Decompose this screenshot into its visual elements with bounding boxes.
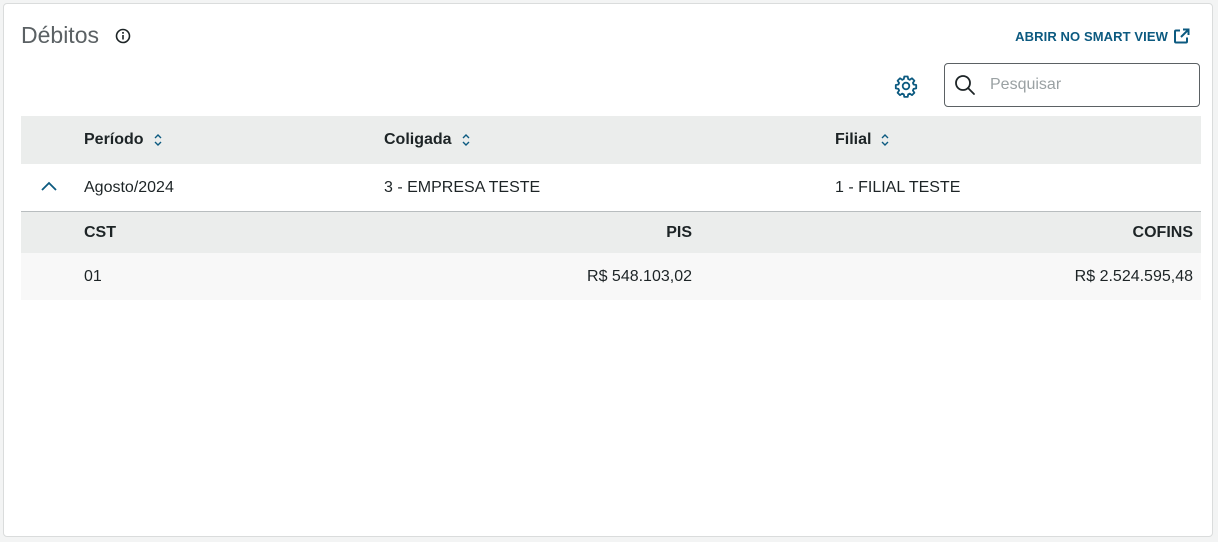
- open-smart-view-link[interactable]: ABRIR NO SMART VIEW: [1015, 28, 1190, 45]
- detail-header-cofins: COFINS: [1132, 223, 1193, 241]
- detail-table-header: CST PIS COFINS: [21, 212, 1201, 253]
- table-header: Período Coligada Filial: [21, 116, 1201, 164]
- detail-header-cst: CST: [84, 223, 116, 241]
- detail-table-row: 01 R$ 548.103,02 R$ 2.524.595,48: [21, 253, 1201, 300]
- table-row[interactable]: Agosto/2024 3 - EMPRESA TESTE 1 - FILIAL…: [21, 164, 1201, 212]
- chevron-up-icon[interactable]: [40, 180, 58, 192]
- column-header-periodo[interactable]: Período: [84, 116, 163, 164]
- cell-coligada: 3 - EMPRESA TESTE: [384, 178, 541, 196]
- detail-cell-cst: 01: [84, 267, 102, 285]
- column-header-label: Período: [84, 131, 144, 148]
- cell-filial: 1 - FILIAL TESTE: [835, 178, 961, 196]
- search-input[interactable]: [988, 75, 1182, 95]
- search-field[interactable]: [944, 63, 1200, 107]
- sort-icon: [153, 133, 163, 147]
- title-row: Débitos: [21, 22, 131, 49]
- gear-icon[interactable]: [894, 74, 918, 98]
- sort-icon: [880, 133, 890, 147]
- column-header-coligada[interactable]: Coligada: [384, 116, 471, 164]
- external-link-icon: [1173, 28, 1190, 45]
- detail-cell-pis: R$ 548.103,02: [587, 267, 692, 285]
- debitos-card: Débitos ABRIR NO SMART VIEW Pesquisar Pe…: [3, 3, 1213, 537]
- column-header-label: Coligada: [384, 131, 452, 148]
- detail-header-pis: PIS: [666, 223, 692, 241]
- column-header-label: Filial: [835, 131, 872, 148]
- info-icon[interactable]: [115, 28, 131, 44]
- search-icon: [954, 74, 976, 96]
- cell-periodo: Agosto/2024: [84, 178, 174, 196]
- column-header-filial[interactable]: Filial: [835, 116, 890, 164]
- sort-icon: [461, 133, 471, 147]
- page-title: Débitos: [21, 22, 99, 48]
- smart-view-label: ABRIR NO SMART VIEW: [1015, 29, 1168, 44]
- detail-cell-cofins: R$ 2.524.595,48: [1074, 267, 1193, 285]
